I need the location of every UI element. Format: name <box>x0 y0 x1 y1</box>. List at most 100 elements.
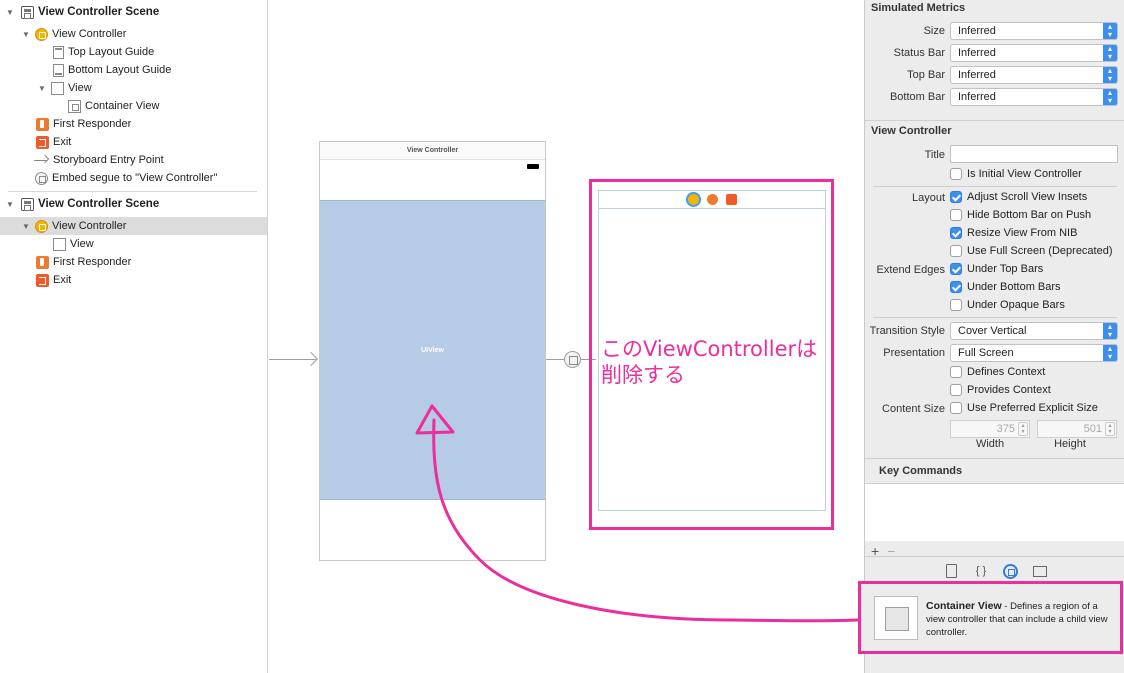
use-full-screen-checkbox[interactable]: Use Full Screen (Deprecated) <box>950 245 1113 257</box>
chevron-updown-icon: ▴ ▾ <box>1103 323 1117 339</box>
checkbox-label: Provides Context <box>967 384 1051 396</box>
annotation-text: このViewControllerは削除する <box>601 337 818 387</box>
stepper-icon[interactable]: ▴ ▾ <box>1018 422 1028 436</box>
divider <box>865 120 1124 121</box>
layout-label: Layout <box>911 192 945 204</box>
checkbox-checked[interactable] <box>950 191 962 203</box>
under-opaque-bars-checkbox[interactable]: Under Opaque Bars <box>950 299 1065 311</box>
outline-item-top-layout-guide[interactable]: Top Layout Guide <box>0 43 267 61</box>
outline-label: View Controller Scene <box>38 198 160 210</box>
outline-item-entry-point[interactable]: Storyboard Entry Point <box>0 151 267 169</box>
chevron-updown-icon: ▴ ▾ <box>1103 89 1117 105</box>
divider <box>873 317 1117 318</box>
bottom-bar-popup[interactable]: Inferred ▴ ▾ <box>950 88 1118 106</box>
divider <box>865 556 1124 557</box>
outline-item-exit[interactable]: Exit <box>0 271 267 289</box>
height-field[interactable]: 501 ▴ ▾ <box>1037 420 1117 438</box>
defines-context-checkbox[interactable]: Defines Context <box>950 366 1045 378</box>
file-template-icon[interactable] <box>943 563 959 579</box>
stepper-icon[interactable]: ▴ ▾ <box>1105 422 1115 436</box>
disclosure-triangle-icon[interactable]: ▼ <box>21 30 31 39</box>
library-item-container-view[interactable]: Container View - Defines a region of a v… <box>858 581 1123 654</box>
divider <box>8 191 257 192</box>
view-icon <box>51 81 64 95</box>
outline-item-container-view[interactable]: Container View <box>0 97 267 115</box>
outline-label: Exit <box>53 274 72 286</box>
container-view[interactable]: UIView <box>320 200 545 500</box>
resize-from-nib-checkbox[interactable]: Resize View From NIB <box>950 227 1077 239</box>
checkbox-checked[interactable] <box>950 227 962 239</box>
checkbox[interactable] <box>950 402 962 414</box>
outline-item-view[interactable]: View <box>0 235 267 253</box>
chevron-updown-icon: ▴ ▾ <box>1103 67 1117 83</box>
checkbox[interactable] <box>950 245 962 257</box>
outline-item-view-controller[interactable]: ▼ View Controller <box>0 25 267 43</box>
view-controller-icon <box>35 219 48 233</box>
outline-item-exit[interactable]: Exit <box>0 133 267 151</box>
outline-item-first-responder[interactable]: First Responder <box>0 115 267 133</box>
outline-item-view[interactable]: ▼ View <box>0 79 267 97</box>
checkbox[interactable] <box>950 384 962 396</box>
title-field[interactable] <box>950 145 1118 163</box>
checkbox-label: Adjust Scroll View Insets <box>967 191 1088 203</box>
under-top-bars-checkbox[interactable]: Under Top Bars <box>950 263 1043 275</box>
outline-item-first-responder[interactable]: First Responder <box>0 253 267 271</box>
checkbox-label: Under Bottom Bars <box>967 281 1061 293</box>
view-controller-icon <box>35 27 48 41</box>
transition-style-label: Transition Style <box>869 325 945 337</box>
hide-bottom-bar-checkbox[interactable]: Hide Bottom Bar on Push <box>950 209 1091 221</box>
outline-scene-1[interactable]: ▼ View Controller Scene <box>0 3 267 21</box>
adjust-scroll-checkbox[interactable]: Adjust Scroll View Insets <box>950 191 1087 203</box>
title-label: Title <box>924 149 945 161</box>
checkbox[interactable] <box>950 209 962 221</box>
outline-scene-2[interactable]: ▼ View Controller Scene <box>0 195 267 213</box>
checkbox-label: Under Opaque Bars <box>967 299 1065 311</box>
checkbox-label: Under Top Bars <box>967 263 1044 275</box>
checkbox-label: Resize View From NIB <box>967 227 1078 239</box>
is-initial-checkbox[interactable]: Is Initial View Controller <box>950 168 1082 180</box>
outline-item-bottom-layout-guide[interactable]: Bottom Layout Guide <box>0 61 267 79</box>
view-controller-scene-1[interactable]: View Controller UIView <box>319 141 546 561</box>
library-item-description: Container View - Defines a region of a v… <box>926 600 1116 639</box>
outline-item-embed-segue[interactable]: Embed segue to "View Controller" <box>0 169 267 187</box>
checkbox[interactable] <box>950 366 962 378</box>
transition-style-popup[interactable]: Cover Vertical ▴ ▾ <box>950 322 1118 340</box>
disclosure-triangle-icon[interactable]: ▼ <box>21 222 31 231</box>
provides-context-checkbox[interactable]: Provides Context <box>950 384 1051 396</box>
outline-label: View Controller Scene <box>38 6 160 18</box>
disclosure-triangle-icon[interactable]: ▼ <box>5 200 15 209</box>
width-value: 375 <box>996 423 1015 435</box>
top-bar-popup[interactable]: Inferred ▴ ▾ <box>950 66 1118 84</box>
checkbox-checked[interactable] <box>950 263 962 275</box>
extend-edges-label: Extend Edges <box>876 264 946 276</box>
section-title: Key Commands <box>879 465 963 477</box>
size-popup[interactable]: Inferred ▴ ▾ <box>950 22 1118 40</box>
disclosure-triangle-icon[interactable]: ▼ <box>37 84 47 93</box>
code-snippet-icon[interactable]: { } <box>973 563 989 579</box>
status-bar-popup[interactable]: Inferred ▴ ▾ <box>950 44 1118 62</box>
height-label: Height <box>1054 438 1086 450</box>
outline-label: Storyboard Entry Point <box>53 154 164 166</box>
under-bottom-bars-checkbox[interactable]: Under Bottom Bars <box>950 281 1061 293</box>
media-library-icon[interactable] <box>1032 563 1048 579</box>
container-label: UIView <box>421 346 444 354</box>
first-responder-icon <box>36 255 49 269</box>
use-preferred-size-checkbox[interactable]: Use Preferred Explicit Size <box>950 402 1098 414</box>
width-field[interactable]: 375 ▴ ▾ <box>950 420 1030 438</box>
scene-icon <box>21 197 34 211</box>
presentation-value: Full Screen <box>958 347 1014 359</box>
disclosure-triangle-icon[interactable]: ▼ <box>5 8 15 17</box>
top-bar-value: Inferred <box>958 69 996 81</box>
arrow-right-icon <box>34 154 50 167</box>
outline-item-view-controller-selected[interactable]: ▼ View Controller <box>0 217 267 235</box>
checkbox[interactable] <box>950 168 962 180</box>
divider <box>873 186 1117 187</box>
key-commands-list[interactable] <box>865 483 1124 541</box>
object-library-icon[interactable] <box>1003 563 1018 579</box>
checkbox[interactable] <box>950 299 962 311</box>
presentation-popup[interactable]: Full Screen ▴ ▾ <box>950 344 1118 362</box>
embed-segue-icon[interactable] <box>564 351 581 368</box>
checkbox-label: Hide Bottom Bar on Push <box>967 209 1092 221</box>
layout-guide-icon <box>53 45 64 59</box>
checkbox-checked[interactable] <box>950 281 962 293</box>
